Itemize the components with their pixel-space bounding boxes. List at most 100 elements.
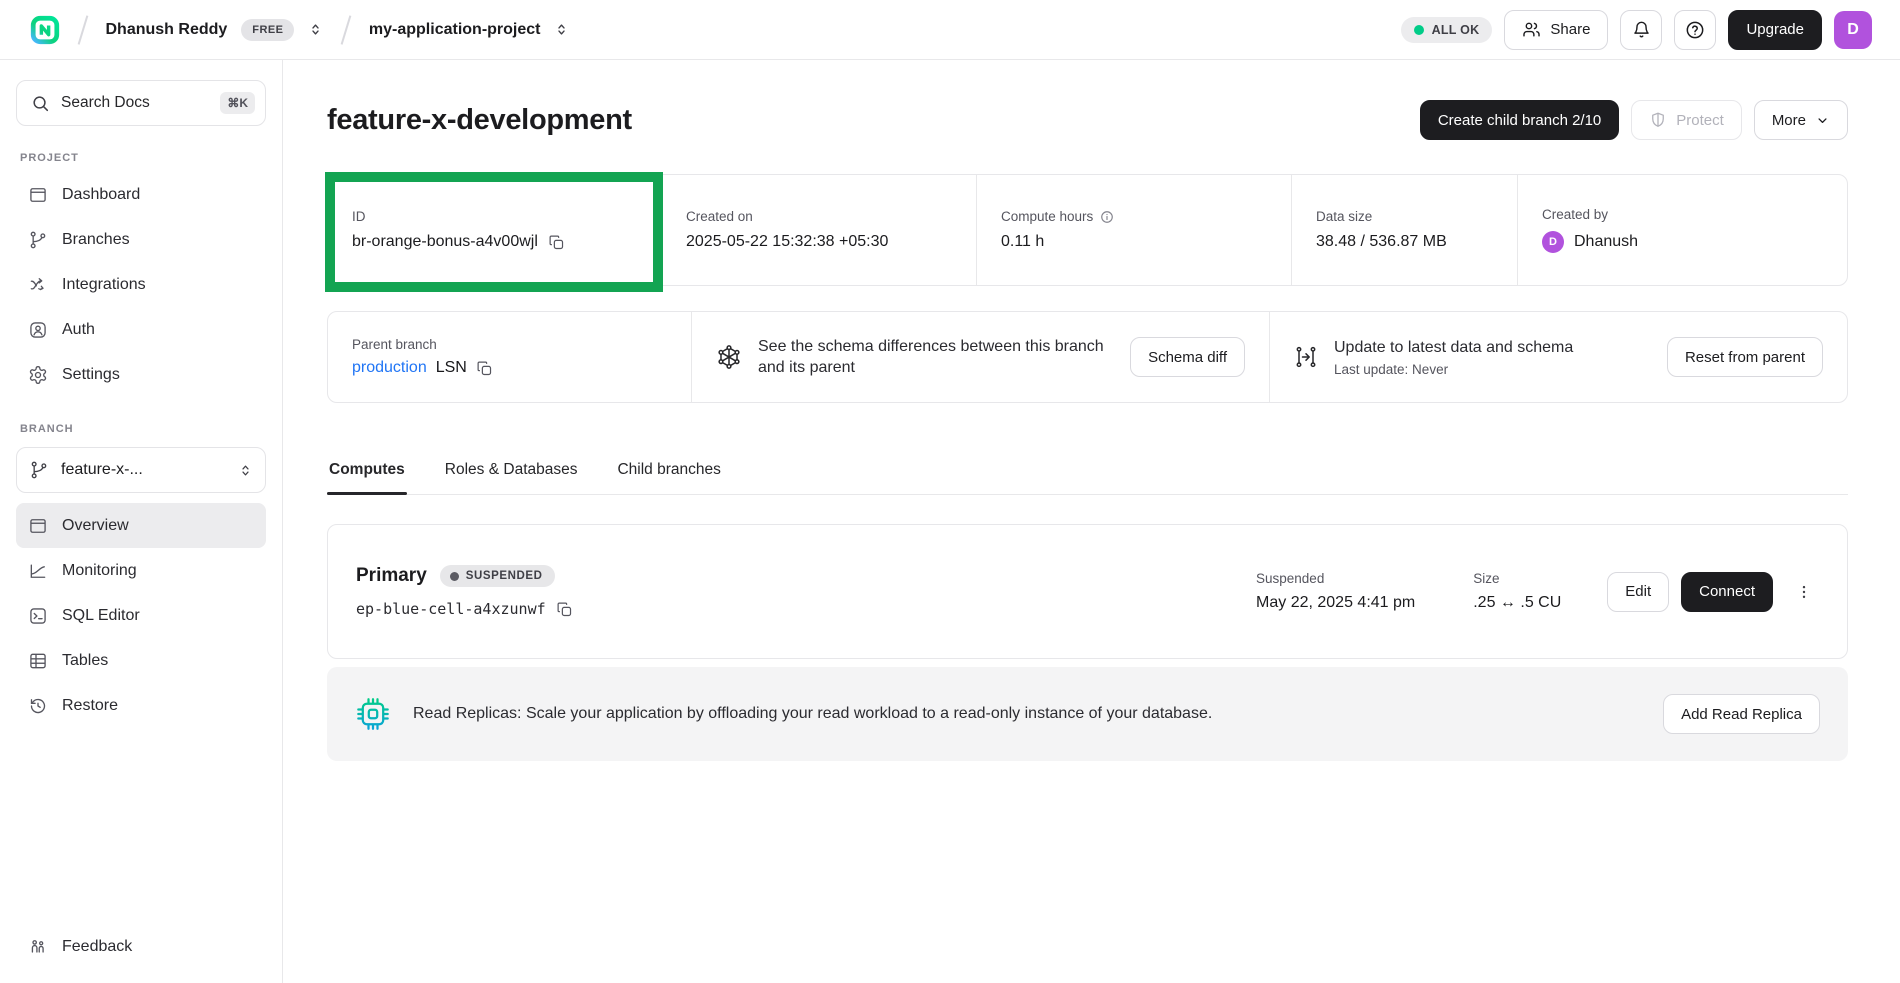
git-branch-icon <box>29 460 49 480</box>
detail-created-on: Created on 2025-05-22 15:32:38 +05:30 <box>661 175 976 285</box>
bell-icon <box>1632 20 1651 39</box>
size-label: Size <box>1473 571 1561 586</box>
sidebar-item-overview[interactable]: Overview <box>16 503 266 548</box>
feedback-label: Feedback <box>62 938 132 956</box>
sidebar-item-label: Branches <box>62 231 130 249</box>
created-on-value: 2025-05-22 15:32:38 +05:30 <box>686 233 952 251</box>
help-button[interactable] <box>1674 10 1716 50</box>
compute-hours-label: Compute hours <box>1001 209 1093 224</box>
search-docs-label: Search Docs <box>61 94 150 112</box>
schema-diff-button[interactable]: Schema diff <box>1130 337 1245 377</box>
sidebar-item-label: Overview <box>62 517 129 535</box>
sidebar-item-label: Auth <box>62 321 95 339</box>
search-icon <box>31 94 50 113</box>
creator-avatar: D <box>1542 231 1564 253</box>
compute-suspended-col: Suspended May 22, 2025 4:41 pm <box>1256 571 1415 612</box>
sidebar-item-auth[interactable]: Auth <box>16 307 266 352</box>
edit-button[interactable]: Edit <box>1607 572 1669 612</box>
status-label: ALL OK <box>1432 23 1480 37</box>
update-description: Update to latest data and schema <box>1334 337 1573 358</box>
terminal-icon <box>28 606 48 626</box>
sidebar-item-settings[interactable]: Settings <box>16 352 266 397</box>
sidebar-item-branches[interactable]: Branches <box>16 217 266 262</box>
reset-from-parent-button[interactable]: Reset from parent <box>1667 337 1823 377</box>
more-button[interactable]: More <box>1754 100 1848 140</box>
tab-child-branches[interactable]: Child branches <box>615 453 722 494</box>
chevron-updown-icon <box>238 463 253 478</box>
org-switcher-icon[interactable] <box>308 22 323 37</box>
branch-tabs: Computes Roles & Databases Child branche… <box>327 453 1848 495</box>
compute-menu-button[interactable] <box>1789 572 1819 612</box>
history-clock-icon <box>28 696 48 716</box>
cpu-chip-icon <box>355 696 391 732</box>
sidebar-item-label: Integrations <box>62 276 146 294</box>
breadcrumb: Dhanush Reddy FREE my-application-projec… <box>30 15 569 45</box>
sidebar-item-monitoring[interactable]: Monitoring <box>16 548 266 593</box>
connect-button[interactable]: Connect <box>1681 572 1773 612</box>
user-avatar[interactable]: D <box>1834 11 1872 49</box>
reset-branch-icon <box>1294 345 1318 369</box>
created-by-value: Dhanush <box>1574 233 1638 251</box>
last-update-text: Last update: Never <box>1334 362 1573 377</box>
page-title: feature-x-development <box>327 104 632 137</box>
create-child-branch-button[interactable]: Create child branch 2/10 <box>1420 100 1619 140</box>
schema-graph-icon <box>716 344 742 370</box>
parent-branch-link[interactable]: production <box>352 359 427 377</box>
copy-icon[interactable] <box>476 360 493 377</box>
git-branch-icon <box>28 230 48 250</box>
sidebar-item-restore[interactable]: Restore <box>16 683 266 728</box>
compute-row: Primary SUSPENDED ep-blue-cell-a4xzunwf … <box>327 524 1848 659</box>
detail-id: ID br-orange-bonus-a4v00wjl <box>328 175 661 285</box>
sidebar-item-dashboard[interactable]: Dashboard <box>16 172 266 217</box>
search-docs-input[interactable]: Search Docs ⌘K <box>16 80 266 126</box>
sidebar: Search Docs ⌘K PROJECT Dashboard Branche… <box>0 60 283 983</box>
info-icon[interactable] <box>1100 210 1114 224</box>
sidebar-item-integrations[interactable]: Integrations <box>16 262 266 307</box>
org-name[interactable]: Dhanush Reddy <box>106 21 228 39</box>
status-badge[interactable]: ALL OK <box>1401 17 1493 43</box>
tab-computes[interactable]: Computes <box>327 453 407 494</box>
overview-icon <box>28 516 48 536</box>
share-button[interactable]: Share <box>1504 10 1608 50</box>
branch-section-label: BRANCH <box>20 423 266 435</box>
breadcrumb-divider <box>78 15 88 44</box>
notifications-button[interactable] <box>1620 10 1662 50</box>
status-dot-icon <box>450 572 459 581</box>
protect-label: Protect <box>1676 112 1724 129</box>
compute-hours-value: 0.11 h <box>1001 233 1267 251</box>
detail-created-by: Created by D Dhanush <box>1517 175 1847 285</box>
protect-button[interactable]: Protect <box>1631 100 1742 140</box>
auth-user-icon <box>28 320 48 340</box>
read-replica-text: Read Replicas: Scale your application by… <box>413 705 1212 723</box>
gear-icon <box>28 365 48 385</box>
sidebar-item-sql-editor[interactable]: SQL Editor <box>16 593 266 638</box>
compute-status-badge: SUSPENDED <box>440 565 555 587</box>
copy-icon[interactable] <box>548 234 565 251</box>
endpoint-id: ep-blue-cell-a4xzunwf <box>356 600 546 618</box>
chevron-down-icon <box>1815 113 1830 128</box>
neon-logo-icon[interactable] <box>30 15 60 45</box>
data-size-label: Data size <box>1316 209 1493 224</box>
compute-name: Primary <box>356 565 427 587</box>
upgrade-button[interactable]: Upgrade <box>1728 10 1822 50</box>
lsn-label: LSN <box>436 359 467 377</box>
add-read-replica-button[interactable]: Add Read Replica <box>1663 694 1820 734</box>
sidebar-item-label: Tables <box>62 652 108 670</box>
tab-roles-databases[interactable]: Roles & Databases <box>443 453 580 494</box>
sidebar-item-label: Monitoring <box>62 562 137 580</box>
branch-selector[interactable]: feature-x-... <box>16 447 266 493</box>
breadcrumb-divider <box>341 15 351 44</box>
project-name[interactable]: my-application-project <box>369 21 541 39</box>
detail-data-size: Data size 38.48 / 536.87 MB <box>1291 175 1517 285</box>
sidebar-item-feedback[interactable]: Feedback <box>16 937 266 957</box>
sidebar-item-label: Settings <box>62 366 120 384</box>
sidebar-item-tables[interactable]: Tables <box>16 638 266 683</box>
dashboard-icon <box>28 185 48 205</box>
search-shortcut: ⌘K <box>220 92 255 114</box>
share-label: Share <box>1550 21 1590 38</box>
copy-icon[interactable] <box>556 601 573 618</box>
project-switcher-icon[interactable] <box>554 22 569 37</box>
sidebar-item-label: Restore <box>62 697 118 715</box>
question-circle-icon <box>1685 20 1705 40</box>
status-dot-icon <box>1414 25 1424 35</box>
